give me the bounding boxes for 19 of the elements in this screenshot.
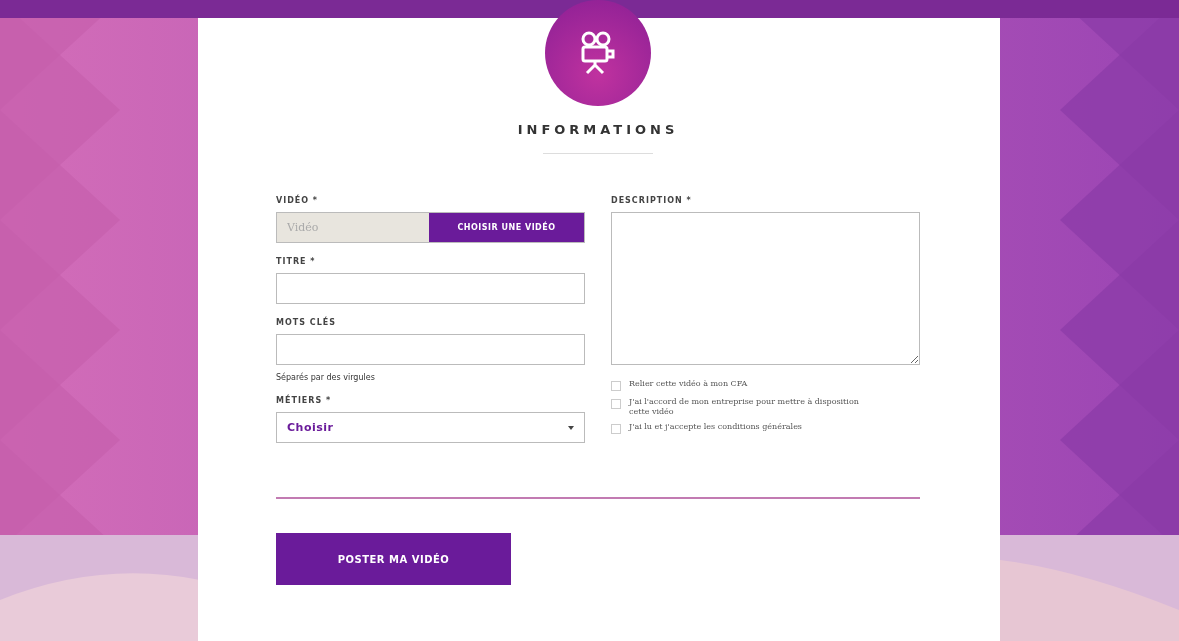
checkbox-label: J'ai l'accord de mon entreprise pour mettre à disposition cette vidéo — [629, 397, 860, 417]
caret-icon — [568, 425, 574, 430]
checkbox-label: Relier cette vidéo à mon CFA — [629, 379, 749, 389]
field-label: MOTS CLÉS — [276, 318, 337, 327]
field-label: MÉTIERS * — [276, 396, 333, 405]
field-label: DESCRIPTION * — [611, 196, 693, 205]
submit-button[interactable]: POSTER MA VIDÉO — [276, 533, 511, 585]
description-field[interactable] — [611, 212, 920, 365]
checkbox-label: J'ai lu et j'accepte les conditions générales — [629, 422, 803, 432]
field-label: TITRE * — [276, 257, 317, 266]
checkbox[interactable] — [611, 424, 621, 435]
field-label: VIDÉO * — [276, 196, 320, 205]
checkbox[interactable] — [611, 399, 621, 409]
checkbox[interactable] — [611, 381, 621, 391]
text-field[interactable] — [276, 273, 585, 304]
select-field[interactable]: Choisir — [276, 412, 585, 443]
section-heading: INFORMATIONS — [517, 122, 679, 137]
text-field[interactable] — [276, 334, 585, 365]
field-hint: Séparés par des virgules — [276, 373, 376, 382]
